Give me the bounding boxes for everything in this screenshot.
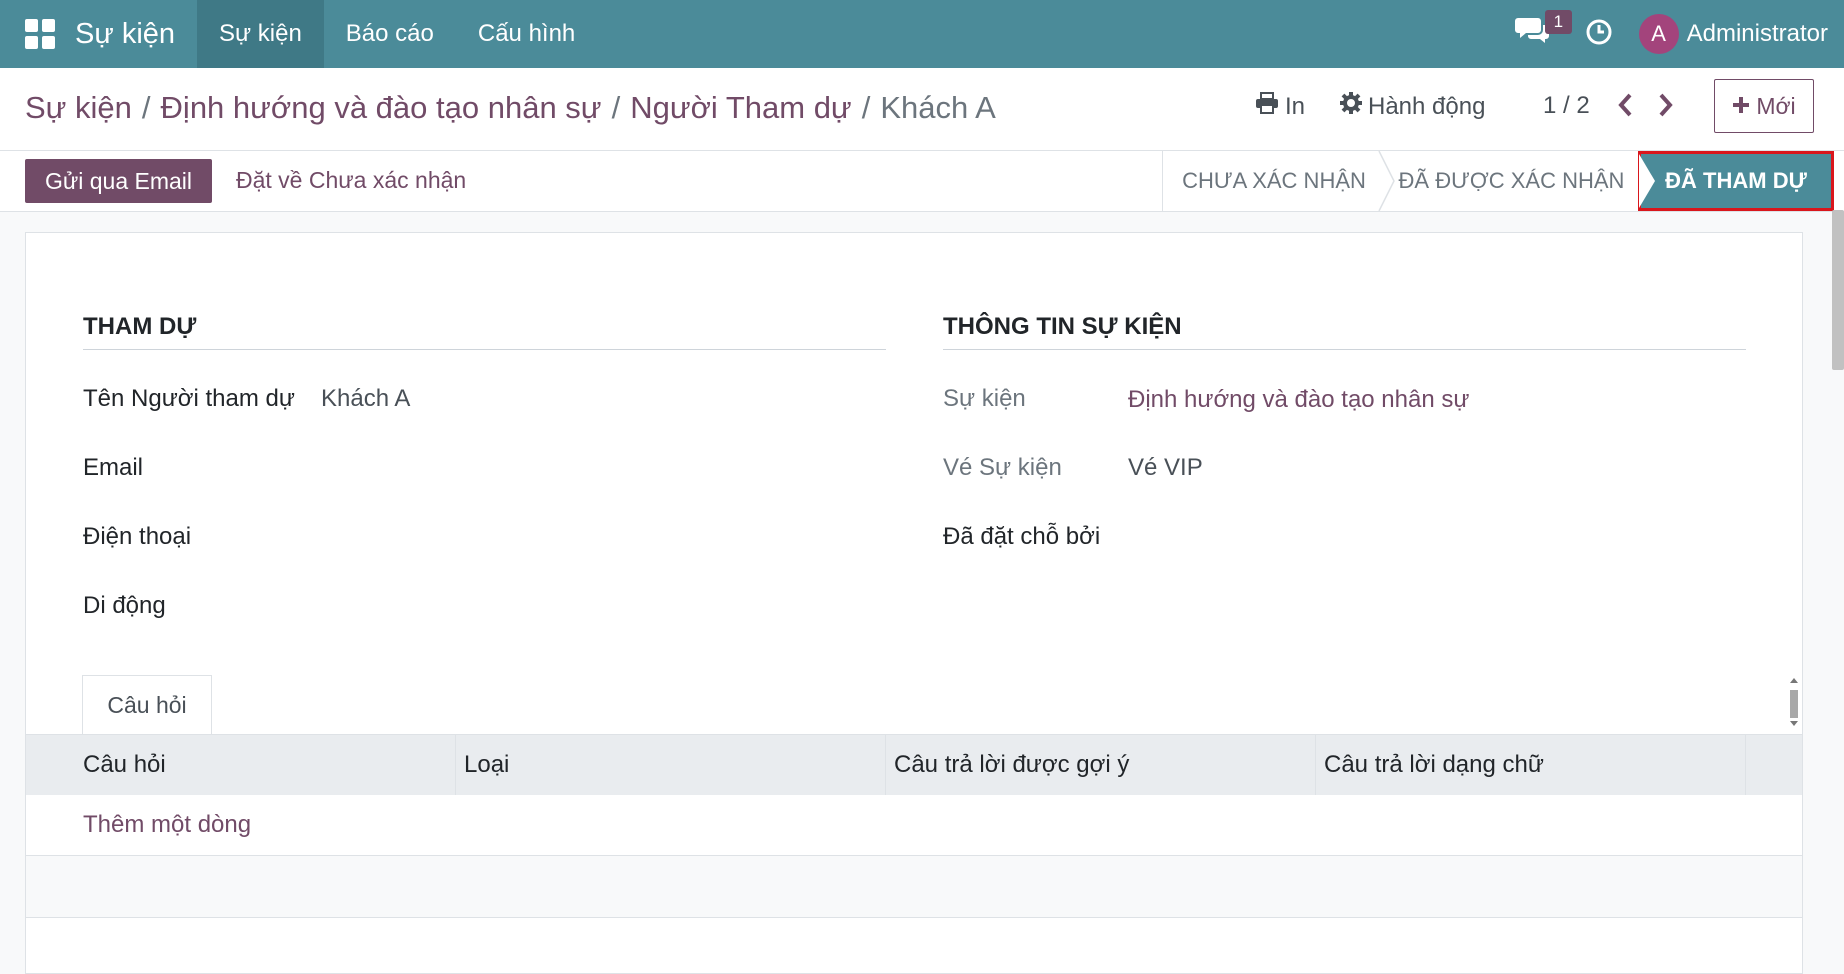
chat-badge: 1 [1544, 10, 1573, 34]
action-button[interactable]: Hành động [1340, 92, 1485, 121]
tab-questions[interactable]: Câu hỏi [82, 675, 212, 735]
breadcrumb-attendees[interactable]: Người Tham dự [630, 90, 852, 125]
event-link[interactable]: Định hướng và đào tạo nhân sự [1128, 386, 1469, 414]
app-name[interactable]: Sự kiện [75, 18, 175, 51]
stage-arrow [1639, 154, 1655, 208]
user-menu[interactable]: Administrator [1687, 20, 1828, 48]
menu-item-events[interactable]: Sự kiện [197, 0, 324, 68]
add-line-link[interactable]: Thêm một dòng [83, 811, 251, 839]
print-button[interactable]: In [1255, 92, 1305, 121]
questions-table-header: Câu hỏi Loại Câu trả lời được gợi ý Câu … [26, 735, 1802, 795]
action-label: Hành động [1368, 92, 1486, 120]
new-button[interactable]: Mới [1714, 79, 1814, 133]
mobile-label: Di động [83, 592, 166, 619]
email-label: Email [83, 454, 144, 481]
activity-clock-icon[interactable] [1585, 18, 1613, 51]
ticket-label: Vé Sự kiện [943, 454, 1062, 481]
apps-menu-icon[interactable] [25, 19, 55, 49]
send-email-button[interactable]: Gửi qua Email [25, 159, 212, 203]
menu-item-reports[interactable]: Báo cáo [324, 0, 456, 68]
new-label: Mới [1756, 92, 1796, 119]
column-suggested-answer[interactable]: Câu trả lời được gợi ý [886, 735, 1316, 795]
pager-value[interactable]: 1 / 2 [1543, 92, 1590, 120]
menu-item-configuration[interactable]: Cấu hình [456, 0, 597, 68]
stage-confirmed[interactable]: ĐÃ ĐƯỢC XÁC NHẬN [1385, 151, 1638, 211]
table-scrollbar[interactable] [1788, 677, 1800, 727]
phone-label: Điện thoại [83, 523, 192, 550]
column-type[interactable]: Loại [456, 735, 886, 795]
status-bar: Gửi qua Email Đặt về Chưa xác nhận CHƯA … [0, 151, 1844, 212]
pager-next-icon[interactable] [1656, 92, 1674, 123]
plus-icon [1732, 93, 1750, 120]
top-navbar: Sự kiện Sự kiện Báo cáo Cấu hình 1 A Adm… [0, 0, 1844, 68]
breadcrumb-current: Khách A [880, 90, 996, 125]
attendee-name-field[interactable]: Khách A [321, 385, 410, 413]
booked-by-label: Đã đặt chỗ bởi [943, 523, 1101, 550]
avatar[interactable]: A [1638, 14, 1679, 54]
stage-pipeline: CHƯA XÁC NHẬN ĐÃ ĐƯỢC XÁC NHẬN ĐÃ THAM D… [1162, 151, 1834, 211]
stage-unconfirmed[interactable]: CHƯA XÁC NHẬN [1163, 151, 1385, 211]
attendee-group-title: THAM DỰ [83, 313, 886, 350]
stage-attended[interactable]: ĐÃ THAM DỰ [1638, 151, 1834, 211]
ticket-field[interactable]: Vé VIP [1128, 454, 1203, 482]
breadcrumb-event[interactable]: Định hướng và đào tạo nhân sự [161, 90, 602, 125]
column-question[interactable]: Câu hỏi [26, 735, 456, 795]
print-label: In [1285, 92, 1306, 120]
chat-icon[interactable]: 1 [1514, 10, 1573, 54]
page-scrollbar[interactable] [1832, 210, 1844, 370]
table-row [26, 856, 1802, 917]
pager-previous-icon[interactable] [1617, 92, 1635, 123]
breadcrumb-events[interactable]: Sự kiện [25, 90, 132, 125]
column-text-answer[interactable]: Câu trả lời dạng chữ [1316, 735, 1746, 795]
control-panel: Sự kiện / Định hướng và đào tạo nhân sự / Ng… [0, 68, 1844, 151]
form-sheet: THAM DỰ THÔNG TIN SỰ KIỆN Tên Người tham… [25, 232, 1803, 974]
reset-to-unconfirmed-button[interactable]: Đặt về Chưa xác nhận [236, 167, 466, 194]
breadcrumb: Sự kiện / Định hướng và đào tạo nhân sự / Ng… [25, 90, 996, 125]
event-info-group-title: THÔNG TIN SỰ KIỆN [943, 313, 1746, 350]
print-icon [1255, 92, 1279, 121]
gear-icon [1340, 92, 1362, 121]
event-label: Sự kiện [943, 385, 1026, 412]
attendee-name-label: Tên Người tham dự [83, 385, 295, 412]
